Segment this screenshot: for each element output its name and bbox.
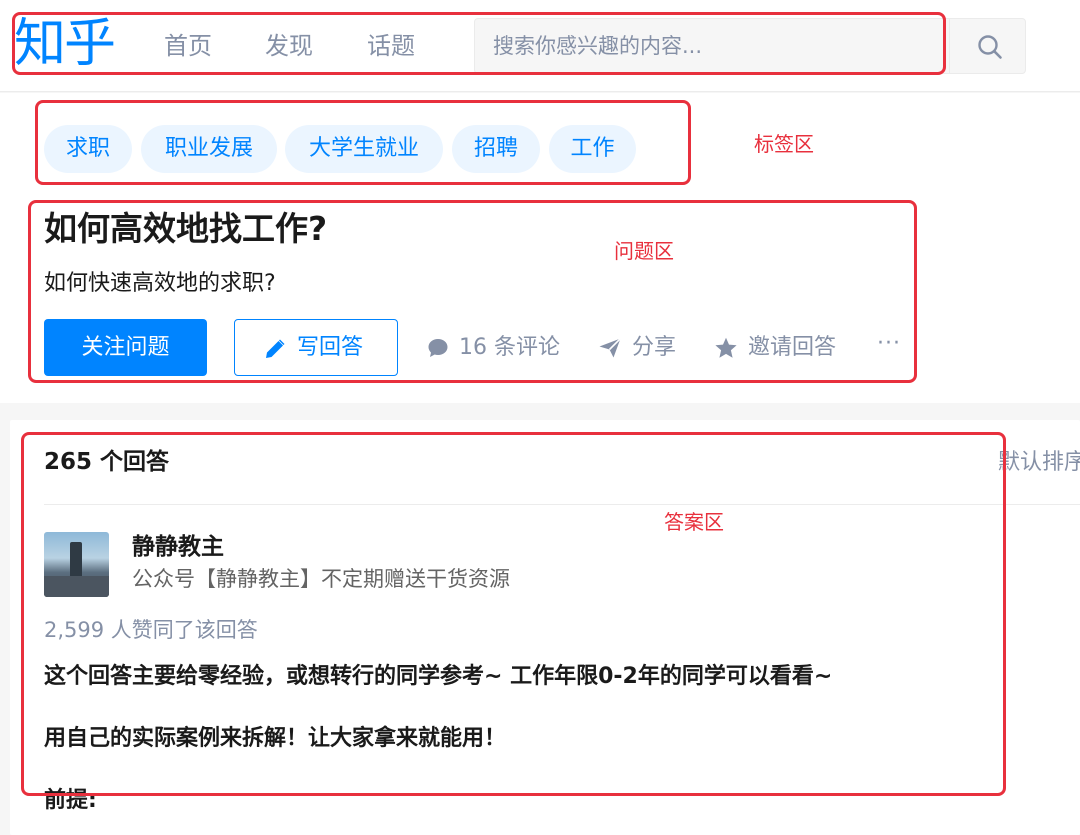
question-area-annotation-label: 问题区 [614,239,674,263]
answer-area-annotation-label: 答案区 [664,510,724,534]
search-icon [978,35,1002,59]
answer-area-annotation-box [21,432,1006,796]
question-area-annotation-box [28,200,917,383]
tag-area-annotation-box [35,100,691,185]
tag-area-annotation-label: 标签区 [754,132,814,156]
page: 知乎 首页 发现 话题 搜索你感兴趣的内容... 求职 职业发展 大学生就业 招… [0,0,1080,835]
sort-dropdown[interactable]: 默认排序 [998,446,1080,480]
search-button[interactable] [949,18,1026,74]
header-annotation-box [12,12,946,75]
